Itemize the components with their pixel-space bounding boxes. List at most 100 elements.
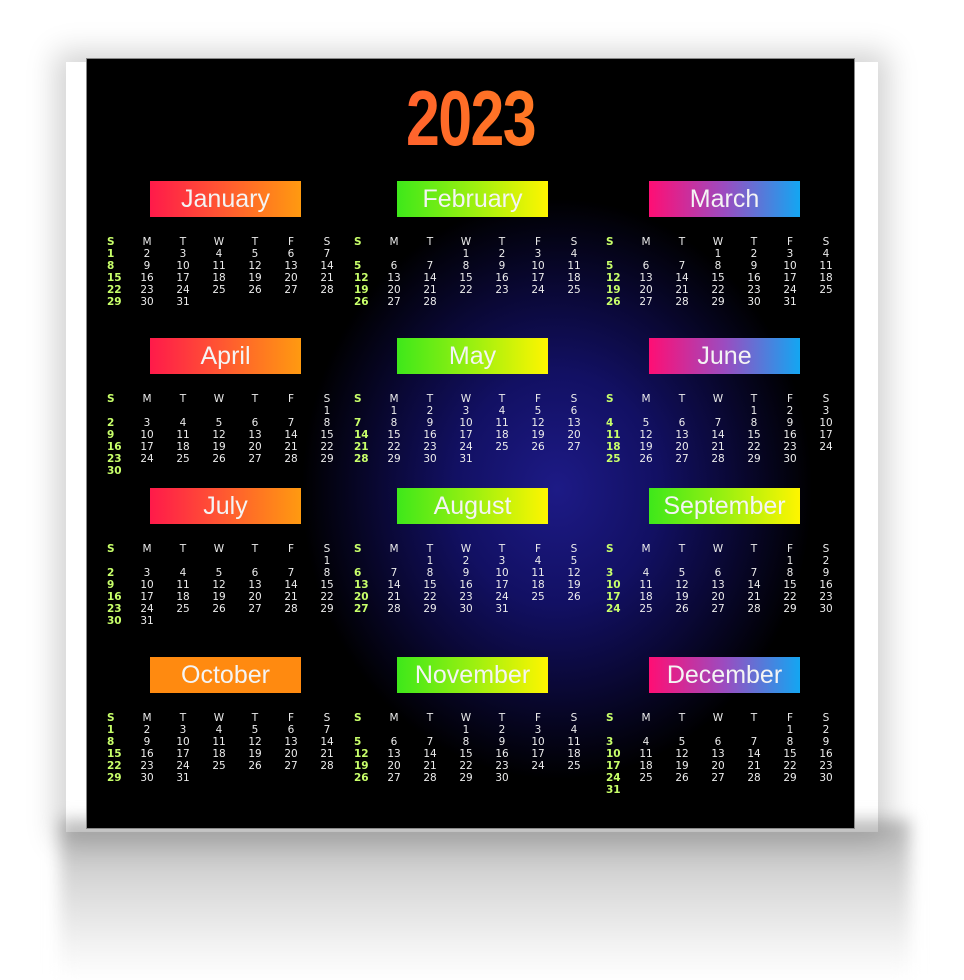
day-date: 16 [423,429,437,441]
day-date: 8 [323,567,331,579]
day-date: 21 [387,591,401,603]
day-date: 17 [176,748,190,760]
day-date: 14 [423,272,437,284]
day-date: 29 [320,453,334,465]
day-date: 7 [714,417,722,429]
weekday-header: T [179,543,187,555]
day-date [129,405,165,417]
day-date [556,603,592,615]
day-date: 31 [176,772,190,784]
day-date [412,248,448,260]
day-date: 11 [567,736,581,748]
day-date: 2 [462,555,470,567]
day-date: 9 [498,260,506,272]
day-date: 8 [323,417,331,429]
day-grid: S M T W T F S 1 2 3 4 5 6 7 8 9 10 11 12 13 14 15 16 17 18 19 20 21… [107,712,347,784]
day-date: 30 [747,296,761,308]
sunday-date: 16 [107,591,122,603]
weekday-header: S [570,712,578,724]
day-date: 12 [248,736,262,748]
day-date [376,724,412,736]
sunday-date: 14 [354,429,369,441]
day-date: 10 [531,260,545,272]
weekday-header: S [606,393,614,405]
day-date [376,248,412,260]
day-date: 28 [675,296,689,308]
day-date [628,784,664,796]
weekday-header: T [678,543,686,555]
day-date: 29 [783,772,797,784]
day-date: 7 [323,724,331,736]
day-date: 14 [320,736,334,748]
day-date [273,465,309,477]
day-date: 20 [387,284,401,296]
day-grid: S M T W T F S 1 2 3 4 5 6 7 8 9 10 11 12 13 14 15 16 17 18 19 20 21… [354,712,594,784]
day-date: 14 [423,748,437,760]
day-date [556,296,592,308]
month-banner: January [150,181,301,217]
day-date: 24 [140,603,154,615]
day-date: 21 [675,284,689,296]
day-date: 26 [567,591,581,603]
day-date: 13 [675,429,689,441]
day-date: 11 [531,567,545,579]
sunday-date: 16 [107,441,122,453]
day-date: 3 [534,248,542,260]
day-date: 7 [287,417,295,429]
weekday-header: F [287,543,295,555]
day-date [129,555,165,567]
day-date: 11 [819,260,833,272]
day-date: 1 [323,555,331,567]
day-date: 19 [531,429,545,441]
day-date: 21 [747,591,761,603]
day-date: 14 [284,429,298,441]
day-date: 20 [675,441,689,453]
day-date: 30 [819,772,833,784]
weekday-header: M [389,236,399,248]
day-date [520,453,556,465]
weekday-header: T [179,236,187,248]
day-date: 25 [212,760,226,772]
weekday-header: M [142,543,152,555]
day-date: 19 [675,591,689,603]
day-date: 27 [567,441,581,453]
day-date: 16 [819,748,833,760]
weekday-header: T [251,712,259,724]
weekday-header: M [142,393,152,405]
day-date: 4 [642,736,650,748]
day-date: 13 [248,429,262,441]
day-date: 17 [531,748,545,760]
day-date: 7 [750,736,758,748]
day-date: 20 [284,748,298,760]
day-date [273,772,309,784]
day-date: 13 [711,748,725,760]
weekday-header: T [251,236,259,248]
day-date: 6 [287,248,295,260]
sunday-date: 19 [606,284,621,296]
day-date: 6 [678,417,686,429]
day-date: 19 [212,441,226,453]
day-date [664,405,700,417]
sunday-date: 22 [107,760,122,772]
sunday-date: 10 [606,748,621,760]
day-date: 15 [320,579,334,591]
day-date: 19 [567,579,581,591]
weekday-header: S [606,543,614,555]
day-date [165,555,201,567]
day-date: 26 [675,603,689,615]
day-date: 6 [251,567,259,579]
sunday-date: 1 [107,248,115,260]
weekday-header: S [606,712,614,724]
day-date: 28 [284,453,298,465]
day-date: 30 [495,772,509,784]
day-grid: S M T W T F S 1 2 3 4 5 6 7 8 9 10 11 12 13 14 15 16 17 18 19 20 21… [354,393,594,465]
sunday-date [606,724,628,736]
weekday-header: S [606,236,614,248]
day-date: 17 [531,272,545,284]
day-date [273,296,309,308]
day-date: 23 [140,760,154,772]
day-date: 27 [248,453,262,465]
sunday-date: 26 [354,296,369,308]
weekday-header: T [251,543,259,555]
day-date: 22 [320,441,334,453]
